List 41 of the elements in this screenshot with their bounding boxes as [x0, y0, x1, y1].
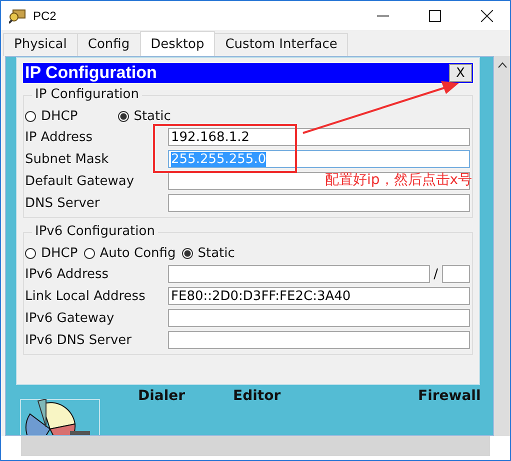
- dialog-title: IP Configuration: [25, 63, 158, 83]
- vertical-scrollbar[interactable]: [494, 56, 510, 436]
- app-label[interactable]: Dialer: [138, 388, 186, 404]
- maximize-icon[interactable]: [429, 10, 441, 22]
- radio-option[interactable]: DHCP: [25, 108, 78, 124]
- field-label: IPv6 DNS Server: [25, 332, 133, 348]
- annotation-text: 配置好ip，然后点击x号: [325, 171, 472, 189]
- tab[interactable]: Desktop: [140, 31, 216, 56]
- group-title: IP Configuration: [32, 87, 142, 102]
- field-label: Link Local Address: [25, 288, 146, 304]
- input-field[interactable]: FE80::2D0:D3FF:FE2C:3A40: [168, 287, 470, 305]
- scroll-up-icon[interactable]: [498, 62, 506, 68]
- input-field[interactable]: 192.168.1.2: [168, 128, 470, 146]
- input-field[interactable]: [168, 194, 470, 212]
- close-button[interactable]: X: [449, 64, 472, 82]
- close-icon[interactable]: [481, 10, 493, 22]
- field-label: Subnet Mask: [25, 152, 110, 166]
- tab[interactable]: Custom Interface: [214, 33, 348, 56]
- field-label: IP Address: [25, 130, 94, 144]
- input-field[interactable]: [168, 309, 470, 327]
- window-title: PC2: [33, 8, 56, 22]
- input-field[interactable]: [168, 172, 470, 190]
- app-label[interactable]: Firewall: [418, 388, 481, 404]
- prefix-field[interactable]: [442, 265, 470, 283]
- radio-option[interactable]: DHCP: [25, 246, 78, 260]
- radio-option[interactable]: Static: [182, 246, 235, 260]
- field-label: IPv6 Gateway: [25, 310, 116, 326]
- radio-option[interactable]: Static: [118, 108, 171, 124]
- pie-chart-icon[interactable]: [20, 399, 100, 435]
- input-field[interactable]: [168, 265, 430, 283]
- app-label[interactable]: Editor: [233, 388, 281, 404]
- prefix-separator: /: [434, 266, 438, 282]
- field-label: IPv6 Address: [25, 266, 110, 282]
- horizontal-scrollbar[interactable]: [21, 436, 490, 456]
- group-title: IPv6 Configuration: [32, 224, 158, 239]
- app-icon: [9, 8, 27, 24]
- tab[interactable]: Physical: [3, 33, 78, 56]
- field-label: DNS Server: [25, 196, 101, 210]
- radio-option[interactable]: Auto Config: [84, 246, 176, 260]
- field-label: Default Gateway: [25, 174, 136, 188]
- input-field[interactable]: [168, 331, 470, 349]
